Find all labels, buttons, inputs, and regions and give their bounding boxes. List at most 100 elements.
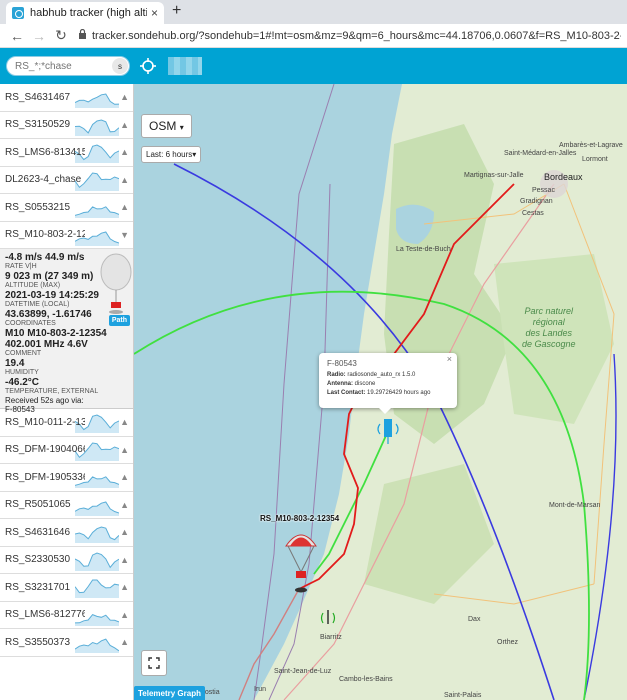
receiver-popup: × F-80543 Radio: radiosonde_auto_rx 1.5.… bbox=[319, 353, 457, 414]
expand-icon[interactable]: ▲ bbox=[120, 555, 129, 565]
expand-icon[interactable]: ▲ bbox=[120, 175, 129, 185]
comment-value-1: M10 M10-803-2-12354 bbox=[5, 328, 107, 339]
vehicle-list-item[interactable]: RS_M10-803-2-12354 ▼ bbox=[0, 222, 133, 249]
comment-label: COMMENT bbox=[5, 350, 42, 357]
temperature-label: TEMPERATURE, EXTERNAL bbox=[5, 388, 99, 395]
back-icon[interactable]: ← bbox=[6, 28, 28, 44]
place-label: Mont-de-Marsan bbox=[549, 502, 601, 509]
expand-icon[interactable]: ▲ bbox=[120, 120, 129, 130]
vehicle-list-item[interactable]: RS_S3231701 ▲ bbox=[0, 574, 133, 602]
place-label: Saint-Jean-de-Luz bbox=[274, 668, 332, 675]
popup-contact-value: 19.29726429 hours ago bbox=[367, 390, 431, 396]
url-field[interactable]: tracker.sondehub.org/?sondehub=1#!mt=osm… bbox=[92, 30, 621, 42]
popup-radio-value: radiosonde_auto_rx 1.5.0 bbox=[347, 372, 416, 378]
vehicle-name: RS_M10-011-2-13484 bbox=[5, 416, 85, 428]
vehicle-list-item[interactable]: RS_S0553215 ▲ bbox=[0, 194, 133, 222]
tab-title: habhub tracker (high altitude ba bbox=[30, 7, 147, 19]
vehicle-list-item[interactable]: RS_S3550373 ▲ bbox=[0, 629, 133, 657]
lock-icon[interactable] bbox=[72, 28, 92, 42]
chevron-down-icon: ▾ bbox=[179, 123, 184, 132]
map-view[interactable]: Saint-Médard-en-Jalles Ambarès-et-Lagrav… bbox=[134, 84, 627, 700]
expand-icon[interactable]: ▲ bbox=[120, 202, 129, 212]
vehicle-list-item[interactable]: RS_DFM-19053364 ▲ bbox=[0, 464, 133, 492]
search-input[interactable] bbox=[7, 60, 107, 72]
popup-antenna-value: discone bbox=[354, 381, 376, 387]
popup-radio-label: Radio: bbox=[327, 372, 346, 378]
main-area: RS_S4631467 ▲ RS_S3150529 ▲ RS_LMS6-8134158 ▲… bbox=[0, 84, 627, 700]
vehicle-list-item[interactable]: RS_S4631467 ▲ bbox=[0, 84, 133, 112]
expand-icon[interactable]: ▲ bbox=[120, 445, 129, 455]
vehicle-list-item[interactable]: RS_R5051065 ▲ bbox=[0, 492, 133, 519]
expand-icon[interactable]: ▲ bbox=[120, 500, 129, 510]
map-layer-label: OSM bbox=[149, 119, 177, 133]
app-header: s bbox=[0, 48, 627, 84]
vehicle-list-item[interactable]: RS_S3150529 ▲ bbox=[0, 112, 133, 139]
search-button[interactable]: s bbox=[112, 58, 128, 74]
sonde-label: RS_M10-803-2-12354 bbox=[260, 514, 340, 523]
popup-close-icon[interactable]: × bbox=[447, 355, 452, 364]
expand-icon[interactable]: ▲ bbox=[120, 582, 129, 592]
vehicle-name: RS_S4631646 bbox=[5, 526, 71, 538]
vehicle-list-item[interactable]: RS_DFM-19040666 ▲ bbox=[0, 437, 133, 464]
vehicle-list-item[interactable]: RS_M10-011-2-13484 ▲ bbox=[0, 409, 133, 437]
place-label: La Teste-de-Buch bbox=[396, 246, 451, 253]
forward-icon[interactable]: → bbox=[28, 28, 50, 44]
popup-antenna-label: Antenna: bbox=[327, 381, 353, 387]
browser-tab[interactable]: habhub tracker (high altitude ba × bbox=[6, 2, 164, 24]
comment-value-2: 402.001 MHz 4.6V bbox=[5, 339, 88, 350]
collapse-icon[interactable]: ▼ bbox=[120, 230, 129, 240]
place-label: Lormont bbox=[582, 156, 608, 163]
place-label: Irun bbox=[254, 686, 267, 693]
vehicle-name: RS_S4631467 bbox=[5, 91, 71, 103]
place-label: Martignas-sur-Jalle bbox=[464, 172, 524, 179]
locate-icon[interactable] bbox=[140, 58, 156, 74]
search-box: s bbox=[6, 56, 130, 76]
place-label: Dax bbox=[468, 616, 481, 623]
vehicle-name: RS_S3150529 bbox=[5, 119, 71, 131]
expand-icon[interactable]: ▲ bbox=[120, 417, 129, 427]
vehicle-name: RS_S3231701 bbox=[5, 581, 71, 593]
path-button[interactable]: Path bbox=[108, 315, 130, 326]
vehicle-list-item[interactable]: RS_S2330530 ▲ bbox=[0, 547, 133, 574]
vehicle-name: RS_LMS6-8134158 bbox=[5, 146, 85, 158]
place-label: Gradignan bbox=[520, 198, 553, 205]
park-label: Parc naturel régional des Landes de Gasc… bbox=[522, 306, 576, 349]
vehicle-list-item[interactable]: DL2623-4_chase ▲ bbox=[0, 167, 133, 194]
expand-icon[interactable]: ▲ bbox=[120, 637, 129, 647]
place-label: Cestas bbox=[522, 210, 544, 217]
time-range-button[interactable]: Last: 6 hours▾ bbox=[141, 146, 202, 163]
vehicle-name: RS_S0553215 bbox=[5, 201, 71, 213]
vehicle-list-item[interactable]: RS_LMS6-8127763 ▲ bbox=[0, 602, 133, 629]
vehicle-name: RS_R5051065 bbox=[5, 499, 71, 511]
place-label: Ambarès-et-Lagrave bbox=[559, 142, 623, 149]
balloon-icon bbox=[100, 253, 132, 314]
expand-icon[interactable]: ▲ bbox=[120, 92, 129, 102]
place-label: Saint-Médard-en-Jalles bbox=[504, 150, 577, 157]
humidity-value: 19.4 bbox=[5, 358, 25, 369]
map-layer-button[interactable]: OSM ▾ bbox=[141, 114, 192, 138]
expand-icon[interactable]: ▲ bbox=[120, 610, 129, 620]
time-range-label: Last: 6 hours bbox=[146, 150, 193, 159]
fullscreen-button[interactable] bbox=[141, 650, 167, 676]
new-tab-button[interactable]: + bbox=[172, 2, 181, 20]
vehicle-list-item[interactable]: RS_LMS6-8134158 ▲ bbox=[0, 139, 133, 167]
expand-icon[interactable]: ▲ bbox=[120, 472, 129, 482]
expand-icon[interactable]: ▲ bbox=[120, 527, 129, 537]
place-label: Biarritz bbox=[320, 634, 342, 641]
humidity-label: HUMIDITY bbox=[5, 369, 39, 376]
popup-title: F-80543 bbox=[327, 359, 357, 368]
vehicle-list-item[interactable]: RS_S4631646 ▲ bbox=[0, 519, 133, 547]
vehicle-name: RS_S3550373 bbox=[5, 636, 71, 648]
vehicle-name: RS_S2330530 bbox=[5, 554, 71, 566]
place-label: Saint-Palais bbox=[444, 692, 482, 699]
address-bar: ← → ↻ tracker.sondehub.org/?sondehub=1#!… bbox=[0, 24, 627, 48]
place-label: Bordeaux bbox=[544, 172, 583, 182]
tab-close-icon[interactable]: × bbox=[151, 6, 158, 20]
expand-icon[interactable]: ▲ bbox=[120, 147, 129, 157]
reload-icon[interactable]: ↻ bbox=[50, 27, 72, 44]
place-label: Orthez bbox=[497, 639, 519, 646]
vehicle-list: RS_S4631467 ▲ RS_S3150529 ▲ RS_LMS6-8134158 ▲… bbox=[0, 84, 134, 700]
telemetry-graph-button[interactable]: Telemetry Graph bbox=[134, 686, 205, 700]
site-favicon-icon bbox=[12, 7, 24, 19]
vehicle-name: RS_DFM-19053364 bbox=[5, 471, 85, 483]
